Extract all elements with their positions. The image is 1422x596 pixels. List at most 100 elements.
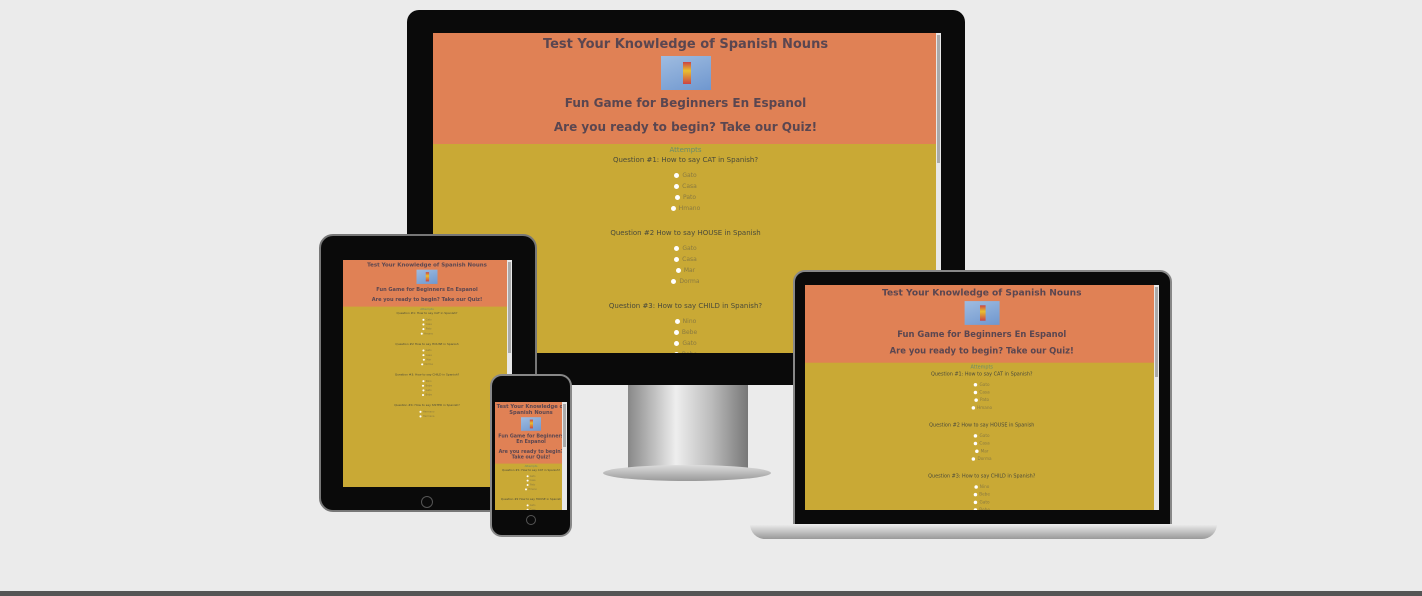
radio-button[interactable]: [422, 318, 425, 321]
radio-button[interactable]: [973, 500, 978, 505]
answer-option[interactable]: Casa: [433, 183, 938, 193]
question-text: Question #1: How to say CAT in Spanish?: [396, 311, 458, 316]
question-text: Question #1: How to say CAT in Spanish?: [930, 371, 1033, 377]
radio-button[interactable]: [421, 363, 424, 366]
radio-button[interactable]: [973, 508, 978, 510]
answer-option[interactable]: Casa: [805, 390, 1159, 397]
radio-button[interactable]: [971, 457, 976, 461]
monitor-base: [603, 465, 771, 481]
answer-option[interactable]: Hmano: [495, 488, 567, 492]
radio-button[interactable]: [973, 492, 978, 497]
answer-option[interactable]: Casa: [343, 354, 511, 358]
phone-home-button[interactable]: [526, 515, 536, 525]
answer-option[interactable]: Hmano: [343, 332, 511, 336]
radio-button[interactable]: [526, 475, 529, 478]
answer-option[interactable]: Casa: [495, 508, 567, 510]
radio-button[interactable]: [526, 479, 529, 482]
radio-button[interactable]: [974, 485, 978, 489]
radio-button[interactable]: [422, 380, 425, 383]
answer-option[interactable]: Gato: [343, 318, 511, 322]
answer-option[interactable]: Pato: [805, 398, 1159, 405]
answer-option[interactable]: Bebe: [805, 508, 1159, 510]
answer-option[interactable]: Casa: [495, 479, 567, 483]
scrollbar-thumb[interactable]: [563, 404, 566, 448]
answer-option[interactable]: Gato: [495, 475, 567, 479]
scrollbar-thumb[interactable]: [508, 262, 511, 353]
answer-option[interactable]: Mar: [805, 449, 1159, 456]
answer-option[interactable]: Bebe: [343, 394, 511, 398]
radio-button[interactable]: [419, 410, 422, 413]
answer-option[interactable]: Hermano: [343, 410, 511, 414]
radio-button[interactable]: [422, 384, 425, 387]
radio-button[interactable]: [674, 341, 680, 346]
radio-button[interactable]: [422, 349, 425, 352]
spanish-flag-image: [416, 269, 438, 284]
scrollbar[interactable]: [1154, 285, 1159, 510]
answer-option[interactable]: Gato: [805, 500, 1159, 507]
answer-option[interactable]: Nino: [343, 380, 511, 384]
radio-button[interactable]: [971, 406, 975, 410]
answer-option[interactable]: Gato: [805, 433, 1159, 440]
radio-button[interactable]: [525, 488, 528, 491]
radio-button[interactable]: [671, 279, 677, 284]
answer-option[interactable]: Bebe: [805, 492, 1159, 499]
radio-button[interactable]: [973, 383, 978, 387]
radio-button[interactable]: [419, 415, 422, 418]
answer-option[interactable]: Gato: [433, 172, 938, 182]
radio-button[interactable]: [526, 508, 529, 510]
radio-button[interactable]: [422, 323, 425, 326]
radio-button[interactable]: [422, 328, 425, 331]
radio-button[interactable]: [674, 319, 680, 324]
answer-option[interactable]: Mar: [343, 358, 511, 362]
answer-option[interactable]: Gato: [495, 504, 567, 508]
answer-option[interactable]: Gato: [805, 382, 1159, 389]
radio-button[interactable]: [526, 484, 529, 486]
answer-option[interactable]: Gato: [343, 389, 511, 393]
option-label: Bebe: [979, 492, 990, 498]
radio-button[interactable]: [973, 441, 978, 446]
radio-button[interactable]: [673, 330, 679, 335]
answer-option[interactable]: Bebe: [343, 384, 511, 388]
answer-option[interactable]: Gato: [343, 349, 511, 353]
radio-button[interactable]: [420, 332, 423, 335]
answer-option[interactable]: Hmano: [433, 205, 938, 215]
answer-option[interactable]: Hmano: [805, 405, 1159, 412]
answer-option[interactable]: Dorma: [343, 363, 511, 367]
quiz-question: Question #4: How to say SISTER in Spanis…: [343, 404, 511, 420]
answer-option[interactable]: Dorma: [805, 457, 1159, 464]
radio-button[interactable]: [422, 393, 425, 397]
radio-button[interactable]: [675, 268, 681, 273]
answer-option[interactable]: Hermana: [343, 415, 511, 419]
answer-option[interactable]: Pato: [343, 328, 511, 332]
radio-button[interactable]: [974, 449, 979, 453]
radio-button[interactable]: [422, 354, 425, 357]
radio-button[interactable]: [422, 358, 426, 361]
radio-button[interactable]: [422, 389, 425, 392]
tablet-home-button[interactable]: [421, 496, 433, 508]
laptop-base: [750, 524, 1217, 539]
scrollbar-thumb[interactable]: [937, 35, 940, 163]
radio-button[interactable]: [674, 246, 680, 251]
radio-button[interactable]: [674, 184, 680, 189]
radio-button[interactable]: [674, 195, 680, 200]
answer-option[interactable]: Nino: [805, 485, 1159, 492]
option-label: Casa: [425, 353, 432, 357]
answer-option[interactable]: Pato: [495, 484, 567, 488]
radio-button[interactable]: [973, 434, 978, 438]
radio-button[interactable]: [526, 504, 529, 507]
option-label: Bebe: [425, 384, 432, 388]
answer-option[interactable]: Casa: [343, 323, 511, 327]
scrollbar-thumb[interactable]: [1155, 287, 1158, 377]
radio-button[interactable]: [674, 257, 680, 262]
scrollbar[interactable]: [562, 402, 567, 510]
option-label: Gato: [425, 388, 432, 392]
option-label: Casa: [529, 508, 536, 510]
radio-button[interactable]: [674, 173, 680, 178]
radio-button[interactable]: [973, 390, 978, 395]
question-text: Question #2 How to say HOUSE in Spanish: [929, 422, 1035, 428]
radio-button[interactable]: [673, 352, 679, 353]
answer-option[interactable]: Pato: [433, 194, 938, 204]
radio-button[interactable]: [670, 206, 676, 211]
answer-option[interactable]: Casa: [805, 441, 1159, 448]
radio-button[interactable]: [974, 398, 978, 402]
